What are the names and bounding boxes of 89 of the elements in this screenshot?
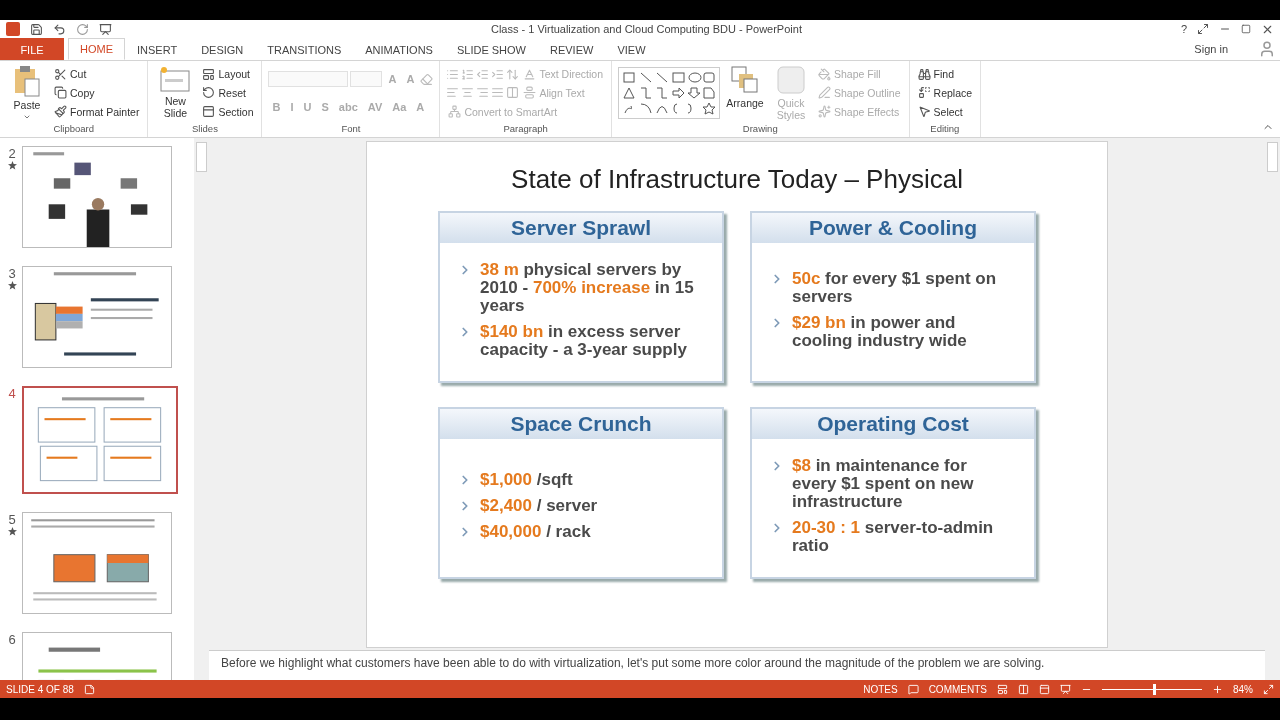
reset-icon xyxy=(202,86,216,100)
slide-number: 6 xyxy=(8,632,16,647)
ribbon-button[interactable]: Section xyxy=(200,105,256,119)
binoculars-icon xyxy=(917,67,931,81)
ribbon-button[interactable]: Layout xyxy=(200,67,252,81)
zoom-thumb[interactable] xyxy=(1153,683,1156,695)
bullet-text: 38 m physical servers by 2010 - 700% increase in 15 years xyxy=(480,261,695,315)
comments-button[interactable]: COMMENTS xyxy=(928,683,987,695)
card-heading: Operating Cost xyxy=(752,409,1034,439)
caret-icon xyxy=(23,113,31,121)
ribbon-button[interactable]: Reset xyxy=(200,86,248,100)
shapes-gallery[interactable] xyxy=(618,67,720,119)
ribbon-button[interactable]: Find xyxy=(915,67,956,81)
bullet-text: $1,000 /sqft xyxy=(480,471,573,489)
ribbon-display-icon[interactable] xyxy=(1197,23,1209,35)
ribbon-button[interactable]: Format Painter xyxy=(52,105,142,119)
group-label: Font xyxy=(340,123,362,136)
slideshow-icon[interactable] xyxy=(99,22,112,36)
bullet-text: $2,400 / server xyxy=(480,497,598,515)
slide-thumbnail[interactable] xyxy=(22,512,172,614)
zoom-in-icon[interactable] xyxy=(1212,683,1223,695)
sorter-view-icon[interactable] xyxy=(1018,683,1029,695)
speaker-notes[interactable]: Before we highlight what customers have been able to do with virtualization, let's put some more color around the magnitude of the problem we are solving. xyxy=(209,650,1265,680)
normal-view-icon[interactable] xyxy=(997,683,1008,695)
slide-number: 2 xyxy=(8,146,16,161)
bullet-text: $40,000 / rack xyxy=(480,523,591,541)
replace-icon xyxy=(917,86,931,100)
brush-icon xyxy=(54,105,67,119)
slide-thumbnail[interactable] xyxy=(22,386,178,494)
comment-icon[interactable] xyxy=(907,683,919,695)
save-icon[interactable] xyxy=(30,22,43,36)
slide-thumbnail[interactable] xyxy=(22,146,172,248)
slide-counter: SLIDE 4 OF 88 xyxy=(6,683,74,695)
clipboard-icon xyxy=(13,65,41,97)
bullet-text: $29 bn in power and cooling industry wide xyxy=(792,314,968,350)
ribbon-button[interactable]: Replace xyxy=(915,86,975,100)
arrange-icon xyxy=(730,65,760,95)
card-heading: Power & Cooling xyxy=(752,213,1034,243)
section-icon xyxy=(202,105,216,119)
bullet-text: 50c for every $1 spent on servers xyxy=(792,270,998,306)
reading-view-icon[interactable] xyxy=(1039,683,1050,695)
ribbon-button[interactable]: Cut xyxy=(52,67,89,81)
undo-icon[interactable] xyxy=(53,22,66,36)
paste-button[interactable]: Paste xyxy=(6,63,48,123)
card-heading: Server Sprawl xyxy=(440,213,722,243)
group-label: Slides xyxy=(191,123,219,136)
ribbon-button[interactable]: Copy xyxy=(52,86,97,100)
group-label: Drawing xyxy=(741,123,779,136)
thumbnail-scrollbar[interactable] xyxy=(194,138,209,680)
group-label: Clipboard xyxy=(52,123,96,136)
restore-icon[interactable] xyxy=(1241,24,1251,34)
app-icon xyxy=(6,22,20,36)
fit-slide-icon[interactable] xyxy=(1263,683,1274,695)
arrange-button[interactable]: Arrange xyxy=(724,63,766,123)
slideshow-view-icon[interactable] xyxy=(1060,683,1071,695)
sign-in-link[interactable]: Sign in xyxy=(1194,38,1258,60)
slide-title: State of Infrastructure Today – Physical xyxy=(511,164,963,195)
card-heading: Space Crunch xyxy=(440,409,722,439)
smartart-icon xyxy=(448,105,462,119)
layout-icon xyxy=(202,67,216,81)
slide-thumbnail[interactable] xyxy=(22,266,172,368)
group-label: Editing xyxy=(929,123,961,136)
new-slide-button[interactable]: New Slide xyxy=(154,63,197,123)
bullet-text: $140 bn in excess server capacity - a 3-year supply xyxy=(480,323,688,359)
redo-icon[interactable] xyxy=(76,22,89,36)
group-label: Paragraph xyxy=(502,123,549,136)
copy-icon xyxy=(54,86,67,100)
quick-styles-icon xyxy=(776,65,806,95)
ribbon-tab[interactable]: HOME xyxy=(68,38,125,60)
window-title: Class - 1 Virtualization and Cloud Computing BDU - PowerPoint xyxy=(489,23,803,35)
text-direction-icon xyxy=(523,67,537,81)
slide-scrollbar[interactable] xyxy=(1265,138,1280,680)
sparkle-icon xyxy=(818,105,831,119)
file-tab[interactable]: FILE xyxy=(0,38,64,60)
zoom-level[interactable]: 84% xyxy=(1233,683,1253,695)
paint-bucket-icon xyxy=(818,67,831,81)
slide-number: 5 xyxy=(8,512,16,527)
bullet-text: 20-30 : 1 server-to-admin ratio xyxy=(792,519,995,555)
scissors-icon xyxy=(54,67,67,81)
notes-button[interactable]: NOTES xyxy=(863,683,898,695)
ribbon-button[interactable]: Select xyxy=(915,105,965,119)
bullet-text: $8 in maintenance for every $1 spent on new infrastructure xyxy=(792,457,975,511)
pen-icon xyxy=(818,86,831,100)
align-text-icon xyxy=(523,86,537,100)
slide-number: 4 xyxy=(8,386,16,401)
slide-number: 3 xyxy=(8,266,16,281)
new-slide-icon xyxy=(159,65,192,93)
help-button[interactable]: ? xyxy=(1180,23,1187,35)
pointer-icon xyxy=(917,105,931,119)
